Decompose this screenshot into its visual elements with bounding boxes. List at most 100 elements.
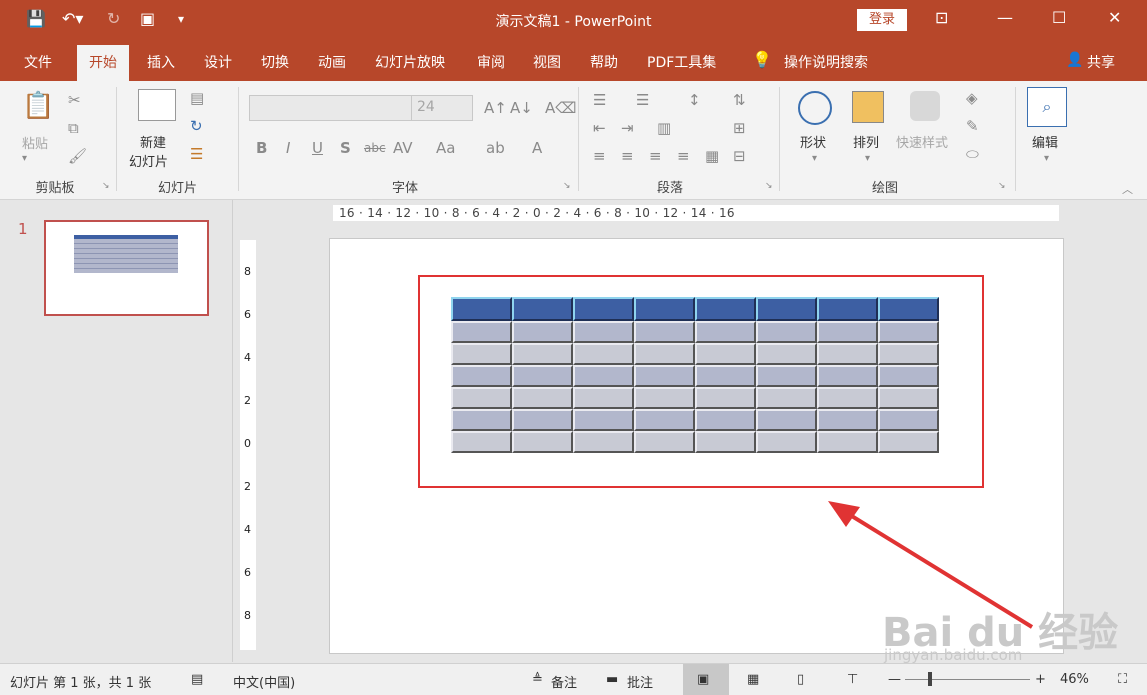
notes-icon[interactable]: ≜ [532,672,543,687]
tell-me-search[interactable]: 操作说明搜索 [784,52,868,72]
comments-icon[interactable]: ▬ [606,672,618,687]
font-size-field[interactable]: 24 [411,95,473,121]
tab-home[interactable]: 开始 [77,45,129,81]
table-cell[interactable] [756,365,817,387]
arrange-button[interactable]: 排列 [853,132,879,151]
tab-slideshow[interactable]: 幻灯片放映 [375,52,445,72]
quick-styles-button[interactable]: 快速样式 [896,132,948,151]
table-cell[interactable] [573,343,634,365]
fit-slide-icon[interactable]: ⛶ [1118,672,1127,687]
spellcheck-icon[interactable]: ▤ [191,672,203,687]
layout-icon[interactable]: ▤ [190,89,204,107]
table-cell[interactable] [512,387,573,409]
slide-table[interactable] [451,297,939,453]
share-button[interactable]: 共享 [1087,52,1115,72]
table-cell[interactable] [756,409,817,431]
table-cell[interactable] [878,343,939,365]
shapes-icon[interactable] [798,91,832,125]
bold-icon[interactable]: B [256,139,267,157]
table-cell[interactable] [634,321,695,343]
table-cell[interactable] [573,321,634,343]
shadow-icon[interactable]: S [340,139,351,157]
table-cell[interactable] [573,365,634,387]
table-cell[interactable] [634,409,695,431]
table-cell[interactable] [695,431,756,453]
shape-fill-icon[interactable]: ◈ [966,89,978,107]
language-status[interactable]: 中文(中国) [233,672,295,691]
close-icon[interactable]: ✕ [1108,8,1121,27]
align-center-icon[interactable]: ≡ [621,147,634,165]
slideshow-view-icon[interactable]: ⊤ [847,672,858,687]
table-cell[interactable] [634,387,695,409]
editing-button[interactable]: 编辑 [1032,132,1058,151]
shapes-button[interactable]: 形状 [800,132,826,151]
cut-icon[interactable]: ✂ [68,91,81,109]
tab-design[interactable]: 设计 [204,52,232,72]
arrange-dropdown-icon[interactable]: ▾ [865,153,870,164]
table-cell[interactable] [878,387,939,409]
table-cell[interactable] [695,297,756,321]
arrange-icon[interactable] [852,91,884,123]
table-cell[interactable] [451,365,512,387]
zoom-slider-thumb[interactable] [928,672,932,686]
table-cell[interactable] [634,365,695,387]
new-slide-label-2[interactable]: 幻灯片 [129,151,168,170]
new-slide-label-1[interactable]: 新建 [140,132,166,151]
table-cell[interactable] [695,321,756,343]
font-launcher-icon[interactable]: ↘ [563,181,571,191]
search-icon[interactable]: ⌕ [1027,87,1067,127]
table-cell[interactable] [573,297,634,321]
strikethrough-icon[interactable]: abc [364,141,386,155]
table-cell[interactable] [817,343,878,365]
table-cell[interactable] [878,321,939,343]
drawing-launcher-icon[interactable]: ↘ [998,181,1006,191]
quick-styles-icon[interactable] [910,91,940,121]
tab-view[interactable]: 视图 [533,52,561,72]
char-spacing-icon[interactable]: AV [393,139,413,157]
login-button[interactable]: 登录 [857,9,907,31]
table-cell[interactable] [451,297,512,321]
reading-view-icon[interactable]: ▯ [797,672,804,687]
table-cell[interactable] [451,431,512,453]
columns-icon[interactable]: ▥ [657,119,671,137]
copy-icon[interactable]: ⧉ [68,119,79,137]
table-cell[interactable] [695,343,756,365]
table-cell[interactable] [512,431,573,453]
table-cell[interactable] [451,321,512,343]
table-cell[interactable] [512,409,573,431]
table-cell[interactable] [695,365,756,387]
font-name-field[interactable] [249,95,413,121]
table-cell[interactable] [451,343,512,365]
grow-font-icon[interactable]: A↑ [484,99,507,117]
shrink-font-icon[interactable]: A↓ [510,99,533,117]
table-cell[interactable] [512,343,573,365]
justify-icon[interactable]: ≡ [677,147,690,165]
underline-icon[interactable]: U [312,139,323,157]
zoom-slider[interactable] [905,679,1030,680]
table-cell[interactable] [878,365,939,387]
table-cell[interactable] [756,431,817,453]
table-cell[interactable] [756,321,817,343]
tab-file[interactable]: 文件 [24,52,52,72]
italic-icon[interactable]: I [286,139,290,157]
slide-thumbnail[interactable] [44,220,209,316]
zoom-level[interactable]: 46% [1060,672,1089,687]
table-cell[interactable] [756,297,817,321]
table-cell[interactable] [573,409,634,431]
table-cell[interactable] [695,387,756,409]
table-cell[interactable] [451,387,512,409]
slide-sorter-icon[interactable]: ▦ [747,672,759,687]
decrease-indent-icon[interactable]: ⇤ [593,119,606,137]
ribbon-display-options-icon[interactable]: ⊡ [935,8,948,27]
new-slide-icon[interactable] [138,89,176,121]
format-painter-icon[interactable]: 🖌 [68,147,87,165]
shape-effects-icon[interactable]: ⬭ [966,145,979,163]
editing-dropdown-icon[interactable]: ▾ [1044,153,1049,164]
table-cell[interactable] [817,365,878,387]
zoom-in-icon[interactable]: + [1035,672,1046,687]
tab-help[interactable]: 帮助 [590,52,618,72]
smartart-icon[interactable]: ⊟ [733,147,746,165]
table-cell[interactable] [817,321,878,343]
table-cell[interactable] [756,387,817,409]
comments-button[interactable]: 批注 [627,672,653,691]
